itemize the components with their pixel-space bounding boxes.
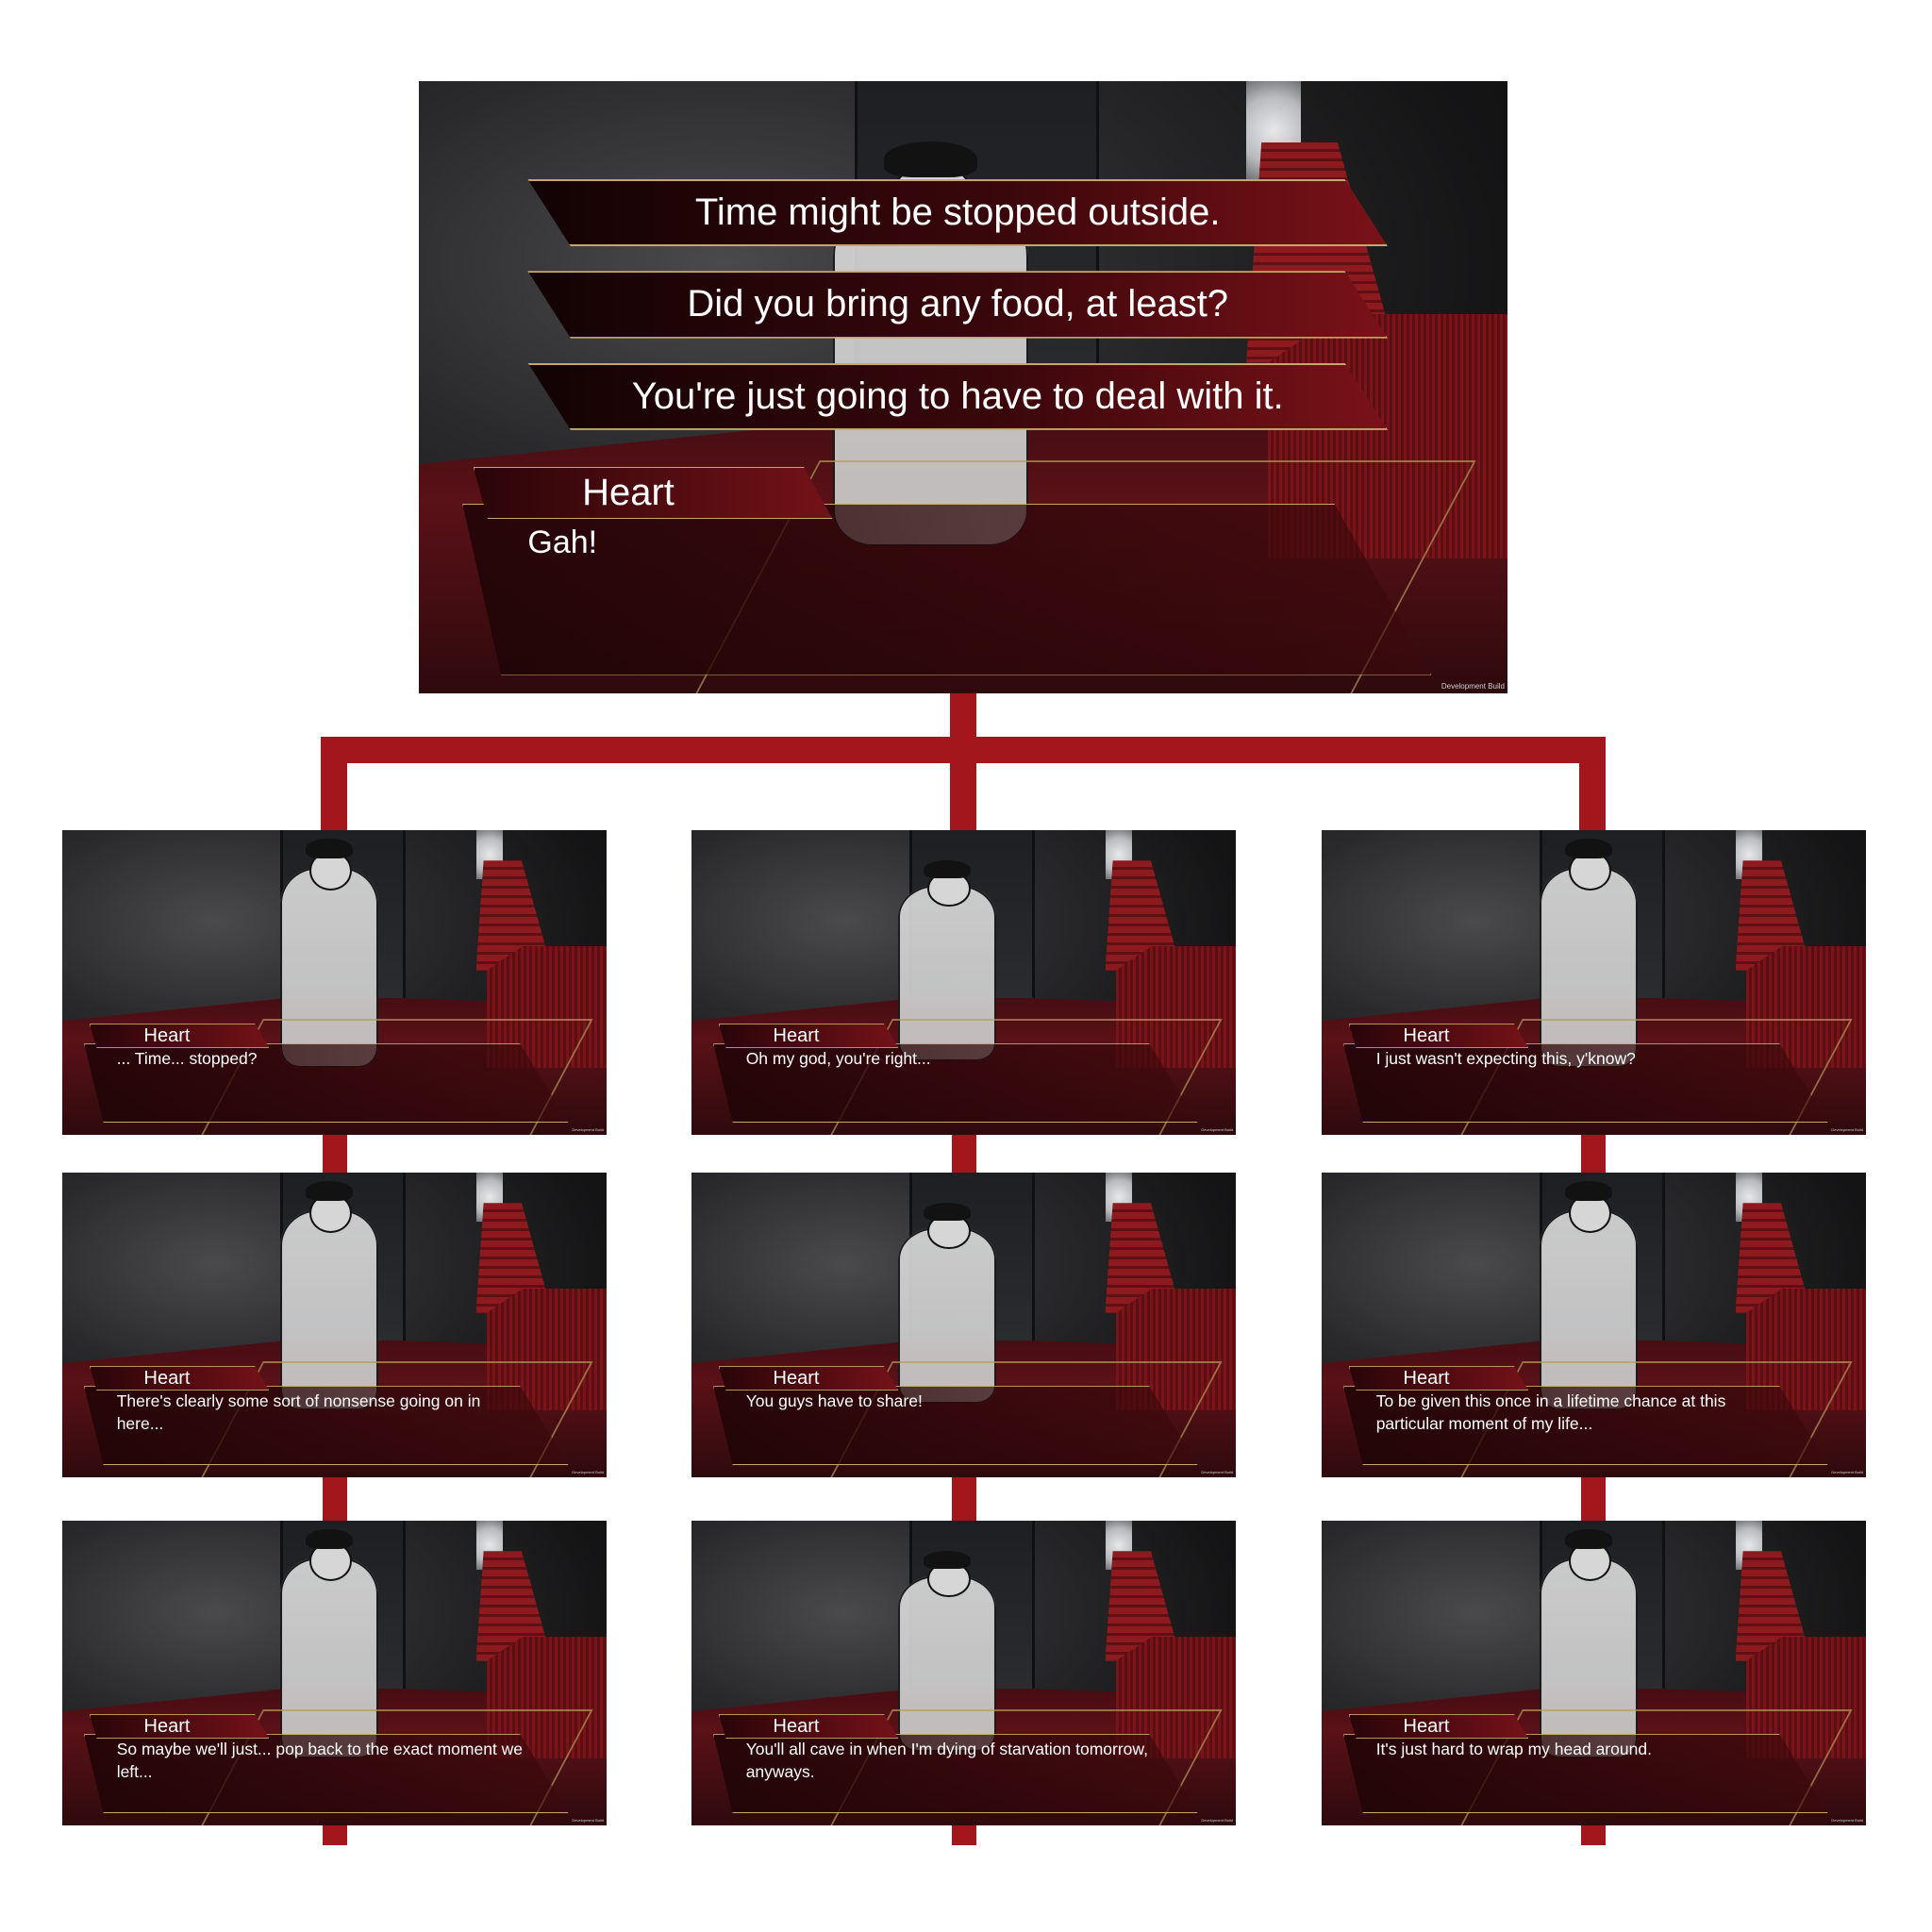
tree-connector-branch-3-link-1 — [1581, 1133, 1606, 1175]
branch-2-frame-2: Heart You guys have to share! Developmen… — [691, 1173, 1236, 1477]
dialogue-line: There's clearly some sort of nonsense go… — [116, 1391, 481, 1433]
development-build-watermark: Development Build — [1831, 1127, 1863, 1132]
dialogue-line: So maybe we'll just... pop back to the e… — [116, 1739, 524, 1781]
dialogue-choice-3[interactable]: You're just going to have to deal with i… — [527, 362, 1389, 430]
main-choice-screenshot: Time might be stopped outside. Did you b… — [419, 81, 1507, 693]
tree-connector-branch-1-drop — [321, 737, 347, 831]
speaker-name: Heart — [143, 1024, 191, 1046]
development-build-watermark: Development Build — [1831, 1470, 1863, 1474]
branch-3-frame-2: Heart To be given this once in a lifetim… — [1322, 1173, 1866, 1477]
tree-connector-branch-2-link-1 — [952, 1133, 976, 1175]
dialogue-line: I just wasn't expecting this, y'know? — [1375, 1048, 1636, 1068]
dialogue-line: You'll all cave in when I'm dying of sta… — [745, 1739, 1148, 1781]
tree-connector-branch-3-drop — [1579, 737, 1606, 831]
tree-connector-branch-2-drop — [950, 737, 976, 831]
development-build-watermark: Development Build — [1201, 1818, 1233, 1823]
branch-1-frame-2: Heart There's clearly some sort of nonse… — [62, 1173, 607, 1477]
branch-1-frame-1: Heart ... Time... stopped? Development B… — [62, 830, 607, 1135]
speaker-name: Heart — [143, 1715, 191, 1737]
dialogue-line: ... Time... stopped? — [116, 1048, 258, 1068]
tree-connector-branch-1-tail — [323, 1824, 347, 1845]
speaker-name: Heart — [1403, 1367, 1450, 1389]
dialogue-line: Gah! — [527, 525, 598, 561]
branch-2-frame-1: Heart Oh my god, you're right... Develop… — [691, 830, 1236, 1135]
tree-connector-branch-3-link-2 — [1581, 1475, 1606, 1521]
development-build-watermark: Development Build — [572, 1127, 604, 1132]
dialogue-choice-2[interactable]: Did you bring any food, at least? — [527, 271, 1389, 339]
speaker-name: Heart — [773, 1367, 820, 1389]
development-build-watermark: Development Build — [572, 1818, 604, 1823]
dialogue-line: To be given this once in a lifetime chan… — [1375, 1391, 1726, 1433]
branch-3-frame-1: Heart I just wasn't expecting this, y'kn… — [1322, 830, 1866, 1135]
development-build-watermark: Development Build — [1201, 1470, 1233, 1474]
development-build-watermark: Development Build — [1201, 1127, 1233, 1132]
tree-connector-branch-2-link-2 — [952, 1475, 976, 1521]
tree-connector-branch-2-tail — [952, 1824, 976, 1845]
speaker-name: Heart — [1403, 1024, 1450, 1046]
tree-connector-main-stem — [950, 692, 976, 741]
dialogue-line: It's just hard to wrap my head around. — [1375, 1739, 1652, 1758]
branch-1-frame-3: Heart So maybe we'll just... pop back to… — [62, 1521, 607, 1825]
tree-connector-branch-3-tail — [1581, 1824, 1606, 1845]
tree-connector-branch-1-link-1 — [323, 1133, 347, 1175]
development-build-watermark: Development Build — [572, 1470, 604, 1474]
dialogue-line: Oh my god, you're right... — [745, 1048, 931, 1068]
development-build-watermark: Development Build — [1831, 1818, 1863, 1823]
branch-3-frame-3: Heart It's just hard to wrap my head aro… — [1322, 1521, 1866, 1825]
speaker-name: Heart — [582, 471, 675, 513]
speaker-name: Heart — [773, 1024, 820, 1046]
tree-connector-branch-1-link-2 — [323, 1475, 347, 1521]
speaker-name: Heart — [1403, 1715, 1450, 1737]
speaker-name: Heart — [143, 1367, 191, 1389]
dialogue-choice-1[interactable]: Time might be stopped outside. — [527, 178, 1389, 247]
dialogue-line: You guys have to share! — [745, 1391, 923, 1410]
development-build-watermark: Development Build — [1441, 682, 1505, 691]
speaker-name: Heart — [773, 1715, 820, 1737]
branch-2-frame-3: Heart You'll all cave in when I'm dying … — [691, 1521, 1236, 1825]
